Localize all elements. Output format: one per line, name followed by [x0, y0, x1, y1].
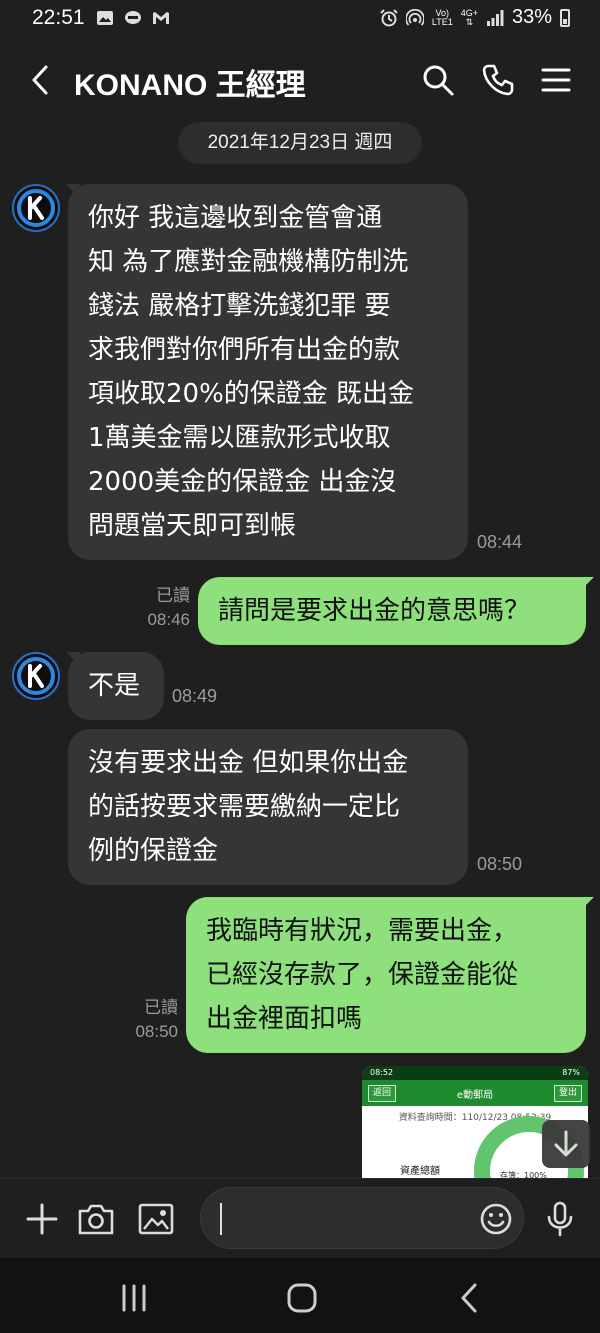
konano-logo-icon — [17, 189, 55, 227]
home-icon[interactable] — [282, 1278, 322, 1318]
read-receipt: 已讀 08:50 — [135, 998, 178, 1041]
message-bubble-outgoing[interactable]: 請問是要求出金的意思嗎？ — [198, 577, 586, 645]
message-bubble-outgoing[interactable]: 我臨時有狀況，需要出金， 已經沒存款了，保證金能從 出金裡面扣嗎 — [186, 897, 586, 1053]
camera-icon[interactable] — [76, 1199, 116, 1239]
message-time: 08:44 — [477, 532, 523, 552]
nav-back-icon[interactable] — [450, 1278, 490, 1318]
battery-percent: 33% — [511, 6, 552, 28]
phone-icon[interactable] — [480, 62, 516, 98]
signal-icon — [486, 9, 504, 26]
arrow-down-icon — [554, 1130, 578, 1157]
message-bubble-incoming[interactable]: 不是 — [68, 652, 164, 720]
read-receipt: 已讀 08:46 — [147, 586, 190, 629]
scroll-to-bottom-button[interactable] — [542, 1120, 590, 1168]
image-status-bar: 08:52 87% — [362, 1066, 588, 1080]
network-type: 4G+ ⇅ — [460, 7, 478, 27]
status-time: 22:51 — [32, 6, 85, 29]
system-nav-bar — [0, 1258, 600, 1333]
back-icon[interactable] — [24, 62, 58, 98]
line-icon — [125, 11, 141, 24]
search-icon[interactable] — [420, 62, 456, 98]
emoji-icon[interactable] — [476, 1199, 516, 1239]
alarm-icon — [380, 8, 398, 26]
battery-icon — [560, 8, 570, 27]
image-app-bar: 返回 e動郵局 登出 — [362, 1080, 588, 1106]
text-caret — [220, 1203, 222, 1235]
message-bubble-incoming[interactable]: 沒有要求出金 但如果你出金 的話按要求需要繳納一定比 例的保證金 — [68, 729, 468, 885]
message-time: 08:49 — [172, 686, 218, 706]
menu-icon[interactable] — [538, 62, 574, 98]
hotspot-icon — [405, 8, 424, 26]
konano-logo-icon — [17, 657, 55, 695]
chat-header: KONANO 王經理 — [0, 38, 600, 124]
avatar[interactable] — [12, 652, 60, 700]
message-time: 08:50 — [477, 854, 523, 874]
chat-title[interactable]: KONANO 王經理 — [74, 60, 306, 104]
message-bubble-incoming[interactable]: 你好 我這邊收到金管會通 知 為了應對金融機構防制洗 錢法 嚴格打擊洗錢犯罪 要… — [68, 184, 468, 560]
gallery-icon[interactable] — [136, 1199, 176, 1239]
status-bar: 22:51 Vo) LTE1 4G+ ⇅ 33% — [0, 0, 600, 38]
gmail-icon — [153, 12, 169, 24]
image-icon — [97, 11, 113, 25]
avatar[interactable] — [12, 184, 60, 232]
recents-icon[interactable] — [114, 1278, 154, 1318]
message-input-bar — [0, 1178, 600, 1258]
date-separator: 2021年12月23日 週四 — [178, 122, 422, 164]
volte-indicator: Vo) LTE1 — [431, 7, 453, 27]
plus-icon[interactable] — [22, 1199, 62, 1239]
mic-icon[interactable] — [540, 1199, 580, 1239]
